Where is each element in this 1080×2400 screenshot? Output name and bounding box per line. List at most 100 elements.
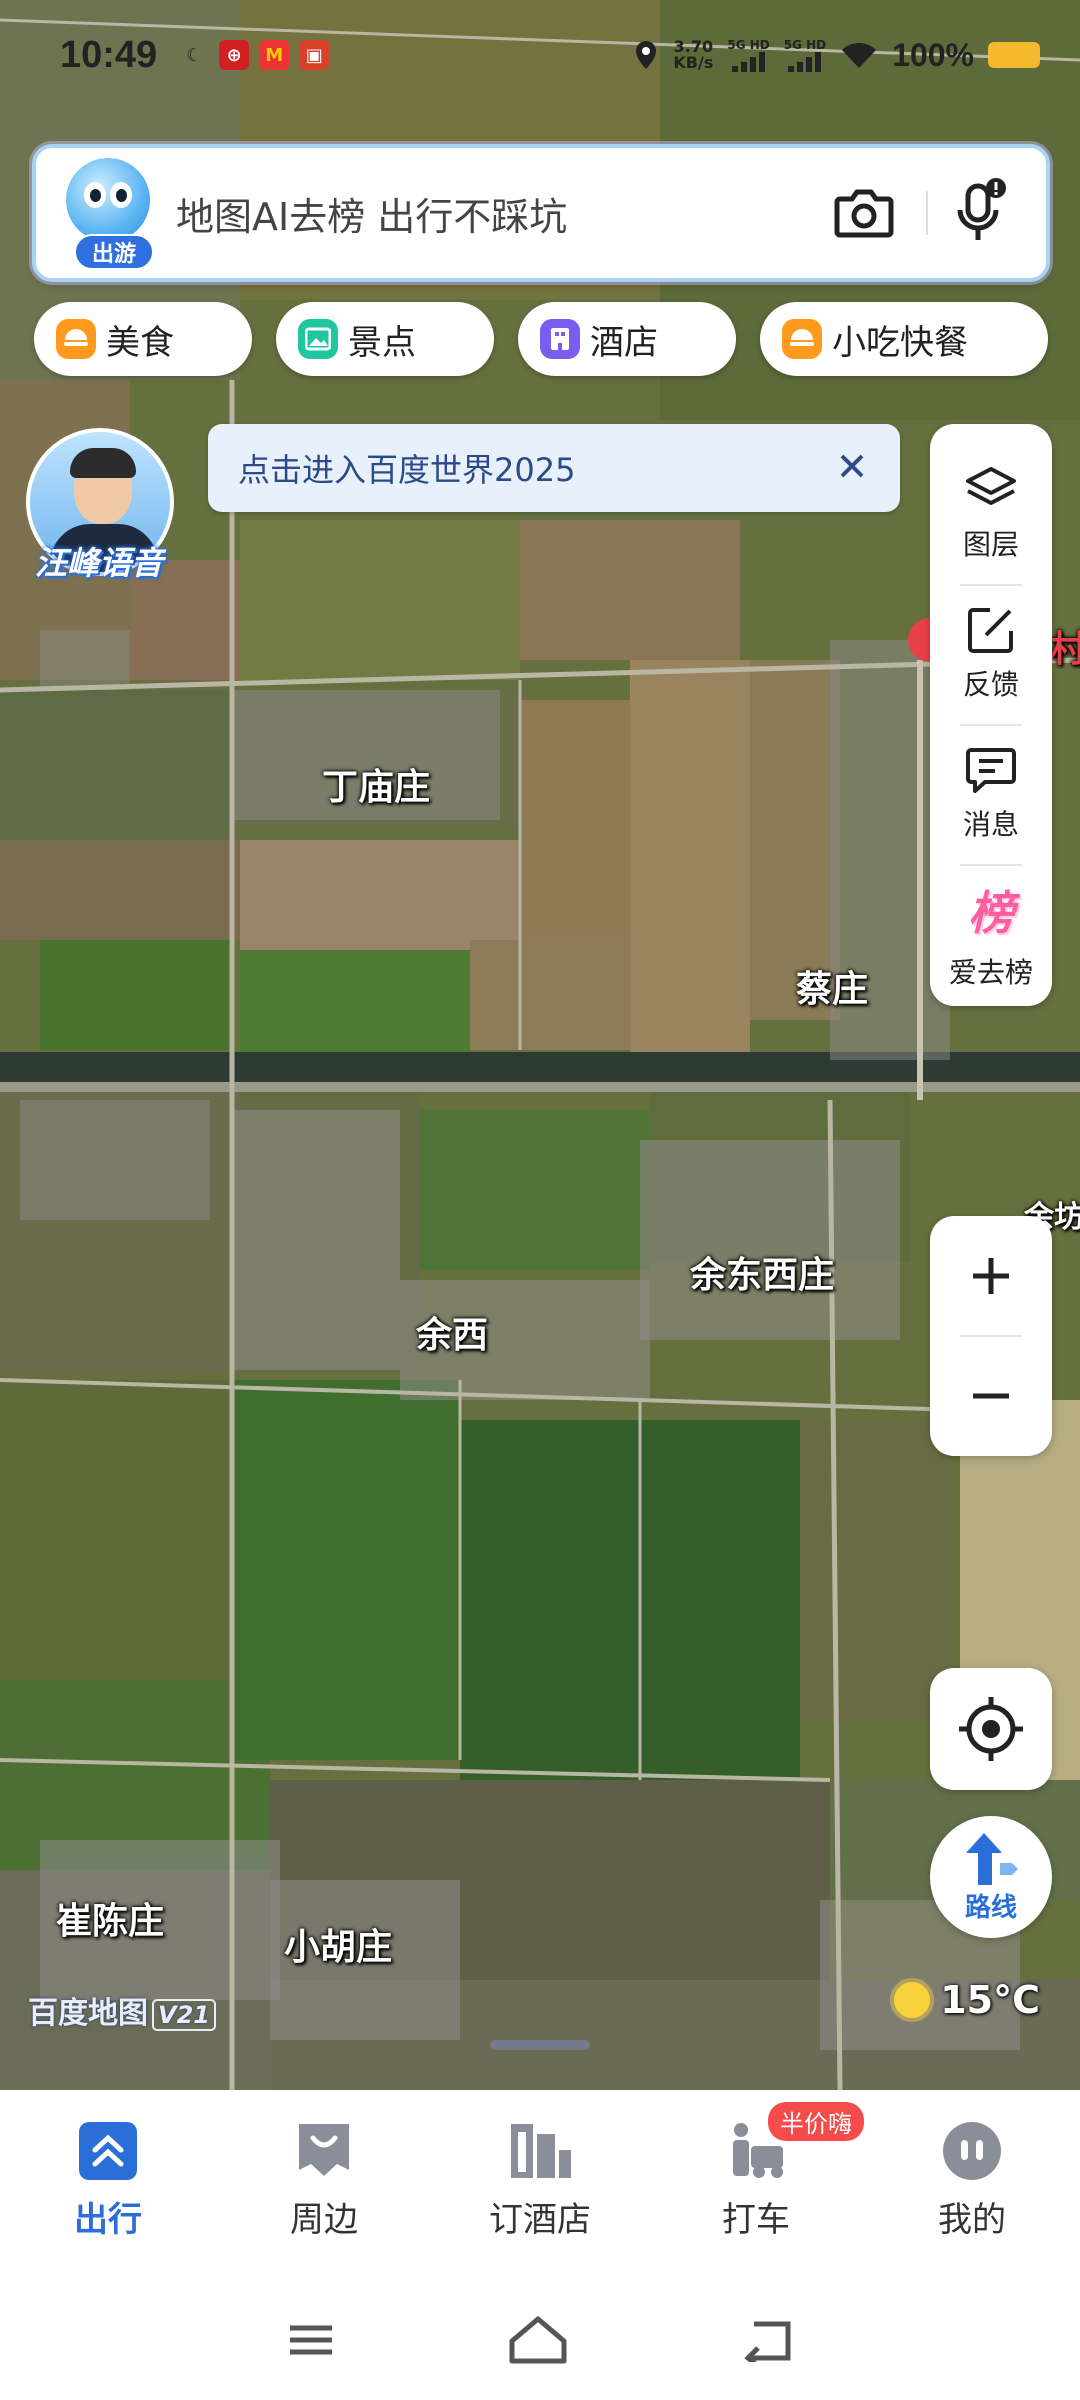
- minus-icon: [973, 1393, 1009, 1399]
- temperature-text: 15°C: [940, 1978, 1040, 2022]
- wifi-icon: [842, 42, 877, 68]
- tab-hotel[interactable]: 订酒店: [432, 2100, 648, 2260]
- close-icon[interactable]: [832, 446, 872, 486]
- feedback-icon: [968, 608, 1013, 653]
- weather-indicator[interactable]: 15°C: [894, 1978, 1040, 2022]
- camera-button[interactable]: [832, 181, 896, 245]
- map-label-xiaohuzhuang[interactable]: 小胡庄: [284, 1918, 392, 1970]
- profile-icon: [943, 2121, 1001, 2180]
- microphone-icon: [957, 178, 1006, 240]
- tool-layers[interactable]: 图层: [930, 444, 1052, 584]
- bottom-tab-bar: 出行 周边 订酒店 打车 半价嗨 我的: [0, 2100, 1080, 2260]
- search-divider: [926, 191, 928, 235]
- watermark-version: V21: [152, 1999, 216, 2031]
- travel-icon: [79, 2121, 137, 2180]
- map-label-cuichenzhuang[interactable]: 崔陈庄: [56, 1892, 164, 1944]
- tab-travel-label: 出行: [74, 2199, 142, 2240]
- search-bar[interactable]: 出游 地图AI去榜 出行不踩坑: [32, 144, 1050, 282]
- tool-messages[interactable]: 消息: [930, 724, 1052, 864]
- tool-feedback[interactable]: 反馈: [930, 584, 1052, 724]
- zoom-in-button[interactable]: [930, 1216, 1052, 1336]
- nearby-icon: [299, 2123, 349, 2176]
- mcdonalds-app-icon: M: [259, 40, 290, 70]
- tool-ranking-label: 爱去榜: [948, 956, 1033, 989]
- chip-attractions-label: 景点: [348, 322, 416, 363]
- locate-button[interactable]: [930, 1668, 1052, 1790]
- category-chips: 美食 景点 酒店 小吃快餐: [34, 302, 1064, 376]
- chip-snacks-label: 小吃快餐: [832, 322, 968, 363]
- bank-app-icon: ⊕: [219, 40, 250, 70]
- battery-icon: [988, 42, 1040, 68]
- tab-travel[interactable]: 出行: [0, 2100, 216, 2260]
- signal-strength-2: 5G HD: [784, 38, 826, 72]
- baidu-map-watermark: 百度地图 V21: [28, 1988, 216, 2032]
- chip-hotel-label: 酒店: [590, 322, 658, 363]
- plus-icon: [973, 1258, 1009, 1294]
- tab-taxi-label: 打车: [722, 2199, 790, 2240]
- tool-feedback-label: 反馈: [962, 668, 1019, 701]
- taxi-promo-badge: 半价嗨: [768, 2102, 864, 2141]
- menu-icon[interactable]: [286, 2320, 336, 2360]
- tab-profile-label: 我的: [938, 2199, 1006, 2240]
- signal-2-label: 5G HD: [783, 38, 827, 52]
- chip-snacks[interactable]: 小吃快餐: [760, 302, 1048, 376]
- network-speed-unit: KB/s: [673, 53, 714, 72]
- mascot-tag[interactable]: 出游: [74, 234, 154, 270]
- mascot-eye-left: [84, 182, 106, 208]
- map-tools-panel: 图层 反馈 消息 榜 爱去榜: [930, 424, 1052, 1006]
- tool-layers-label: 图层: [962, 528, 1019, 561]
- voice-search-button[interactable]: [948, 177, 1012, 249]
- search-placeholder[interactable]: 地图AI去榜 出行不踩坑: [176, 186, 567, 241]
- route-button[interactable]: 路线: [930, 1816, 1052, 1938]
- zoom-control: [930, 1216, 1052, 1456]
- chip-attractions[interactable]: 景点: [276, 302, 494, 376]
- promo-banner[interactable]: 点击进入百度世界2025: [208, 424, 900, 512]
- signal-bars-icon: [787, 52, 821, 72]
- sun-icon: [894, 1982, 931, 2018]
- zoom-out-button[interactable]: [930, 1336, 1052, 1456]
- scenery-icon: [298, 319, 338, 359]
- layers-icon: [966, 467, 1016, 505]
- night-mode-icon: ☾: [186, 44, 203, 66]
- battery-percent: 100%: [892, 36, 974, 73]
- status-notification-icons: ☾ ⊕ M ▣: [179, 40, 330, 70]
- map-label-yudongxizhuang[interactable]: 余东西庄: [690, 1246, 834, 1298]
- hotel-icon: [511, 2123, 571, 2178]
- watermark-text: 百度地图: [28, 1996, 148, 2031]
- hotel-icon: [540, 319, 580, 359]
- promo-banner-text[interactable]: 点击进入百度世界2025: [238, 445, 575, 491]
- tab-hotel-label: 订酒店: [489, 2199, 591, 2240]
- chip-food[interactable]: 美食: [34, 302, 252, 376]
- route-arrow-icon: [966, 1832, 1018, 1885]
- snack-icon: [782, 319, 822, 359]
- signal-1-label: 5G HD: [727, 38, 770, 52]
- signal-bars-icon: [731, 52, 765, 72]
- voice-avatar-label[interactable]: 汪峰语音: [24, 538, 174, 584]
- map-label-dingmiaozhuang[interactable]: 丁庙庄: [322, 758, 430, 810]
- tab-nearby[interactable]: 周边: [216, 2100, 432, 2260]
- tab-profile[interactable]: 我的: [864, 2100, 1080, 2260]
- chip-hotel[interactable]: 酒店: [518, 302, 736, 376]
- shopping-app-icon: ▣: [299, 40, 330, 70]
- network-speed: 3.70 KB/s: [673, 39, 713, 71]
- tab-taxi[interactable]: 打车 半价嗨: [648, 2100, 864, 2260]
- home-icon[interactable]: [508, 2315, 568, 2365]
- tab-nearby-label: 周边: [290, 2199, 358, 2240]
- system-navigation-bar: [0, 2290, 1080, 2390]
- mascot-eye-right: [110, 182, 132, 208]
- food-icon: [56, 319, 96, 359]
- back-icon[interactable]: [740, 2318, 794, 2362]
- bottom-sheet-handle[interactable]: [490, 2040, 590, 2050]
- route-label: 路线: [964, 1892, 1017, 1923]
- map-label-cun[interactable]: 村: [1050, 620, 1080, 672]
- avatar-hair: [70, 448, 136, 478]
- map-label-caizhuang[interactable]: 蔡庄: [796, 960, 868, 1012]
- ranking-icon: 榜: [968, 886, 1014, 940]
- camera-icon: [834, 189, 894, 238]
- signal-strength-1: 5G HD: [727, 38, 770, 72]
- map-label-yuxi[interactable]: 余西: [416, 1306, 488, 1358]
- tool-ranking[interactable]: 榜 爱去榜: [930, 864, 1052, 1004]
- mascot-icon[interactable]: [66, 158, 150, 242]
- message-icon: [966, 748, 1016, 793]
- status-time: 10:49: [60, 33, 158, 76]
